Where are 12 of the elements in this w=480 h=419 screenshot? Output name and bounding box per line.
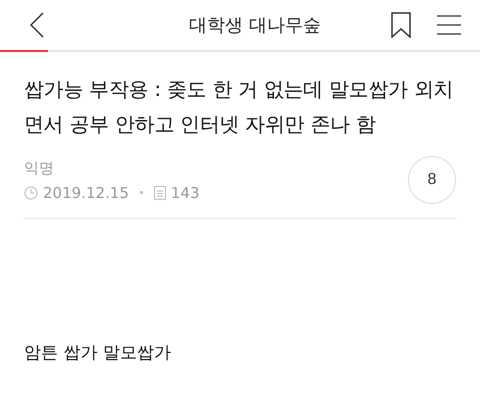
document-icon [154,186,166,200]
menu-icon [437,15,461,35]
post-date: 2019.12.15 [43,184,129,202]
bookmark-icon [391,12,411,38]
back-icon [30,12,44,38]
comment-count-button[interactable]: 8 [408,156,456,204]
view-count: 143 [170,184,200,202]
clock-icon [24,186,38,200]
header-title: 대학생 대나무숲 [188,14,322,37]
author-name: 익명 [24,158,55,178]
post-body: 암튼 쌉가 말모쌉가 [23,342,172,364]
post-title: 쌉가능 부작용 : 좆도 한 거 없는데 말모쌉가 외치면서 공부 안하고 인터넷 자위만 존나 함 [24,76,454,138]
